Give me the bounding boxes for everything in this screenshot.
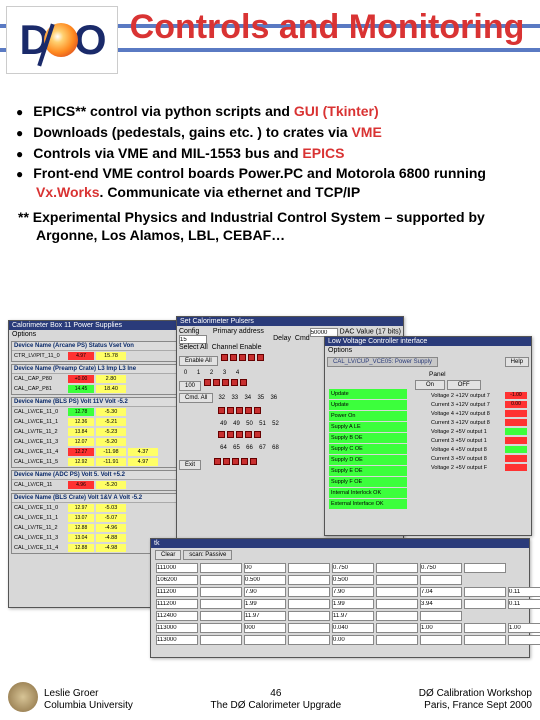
bullet-item: Front-end VME control boards Power.PC an… — [12, 164, 528, 201]
footer: Leslie Groer Columbia University 46 The … — [8, 682, 532, 712]
exit-button[interactable]: Exit — [179, 460, 201, 470]
config-label: Config — [179, 328, 199, 335]
footnote: ** Experimental Physics and Industrial C… — [12, 208, 528, 245]
cmd-label: Cmd — [295, 335, 310, 342]
help-button[interactable]: Help — [505, 357, 529, 367]
n100-button[interactable]: 100 — [179, 381, 201, 391]
screenshot-cluster: Calorimeter Box 11 Power Supplies Option… — [8, 320, 532, 660]
footer-center: 46 The DØ Calorimeter Upgrade — [133, 688, 419, 712]
panel-label: Panel — [429, 371, 527, 378]
tk-window: tk Clear scan: Passive — [150, 538, 530, 658]
columbia-seal-icon — [8, 682, 38, 712]
crate-label: CAL_LV/CUP_VCE05: Power Supply — [327, 357, 438, 367]
bullet-item: Downloads (pedestals, gains etc. ) to cr… — [12, 123, 528, 142]
menu-options[interactable]: Options — [328, 347, 352, 354]
bullet-item: Controls via VME and MIL-1553 bus and EP… — [12, 144, 528, 163]
sun-icon — [44, 23, 78, 57]
off-button[interactable]: OFF — [447, 380, 481, 390]
titlebar: tk — [151, 539, 529, 548]
selectall-label: Select All — [179, 344, 208, 351]
clear-button[interactable]: Clear — [155, 550, 181, 560]
cmdall-button[interactable]: Cmd. All — [179, 393, 213, 403]
titlebar: Set Calorimeter Pulsers — [177, 317, 403, 326]
footer-right: DØ Calibration Workshop Paris, France Se… — [419, 688, 532, 712]
channel-enable-label: Channel Enable — [212, 344, 262, 351]
delay-label: Delay — [273, 335, 291, 342]
primary-label: Primary address — [213, 328, 264, 335]
scan-label: scan: Passive — [183, 550, 232, 560]
low-voltage-window: Low Voltage Controller interface Options… — [324, 336, 532, 536]
slide-title: Controls and Monitoring — [120, 8, 534, 46]
logo-o: O — [74, 16, 105, 64]
footer-left: Leslie Groer Columbia University — [44, 688, 133, 712]
enable-all-button[interactable]: Enable All — [179, 356, 218, 366]
d0-logo: D O — [6, 6, 118, 74]
titlebar: Low Voltage Controller interface — [325, 337, 531, 346]
body-content: EPICS** control via python scripts and G… — [12, 102, 528, 245]
dac-label: DAC Value (17 bits) — [340, 329, 401, 336]
on-button[interactable]: On — [415, 380, 445, 390]
bullet-item: EPICS** control via python scripts and G… — [12, 102, 528, 121]
config-input[interactable] — [179, 335, 207, 344]
